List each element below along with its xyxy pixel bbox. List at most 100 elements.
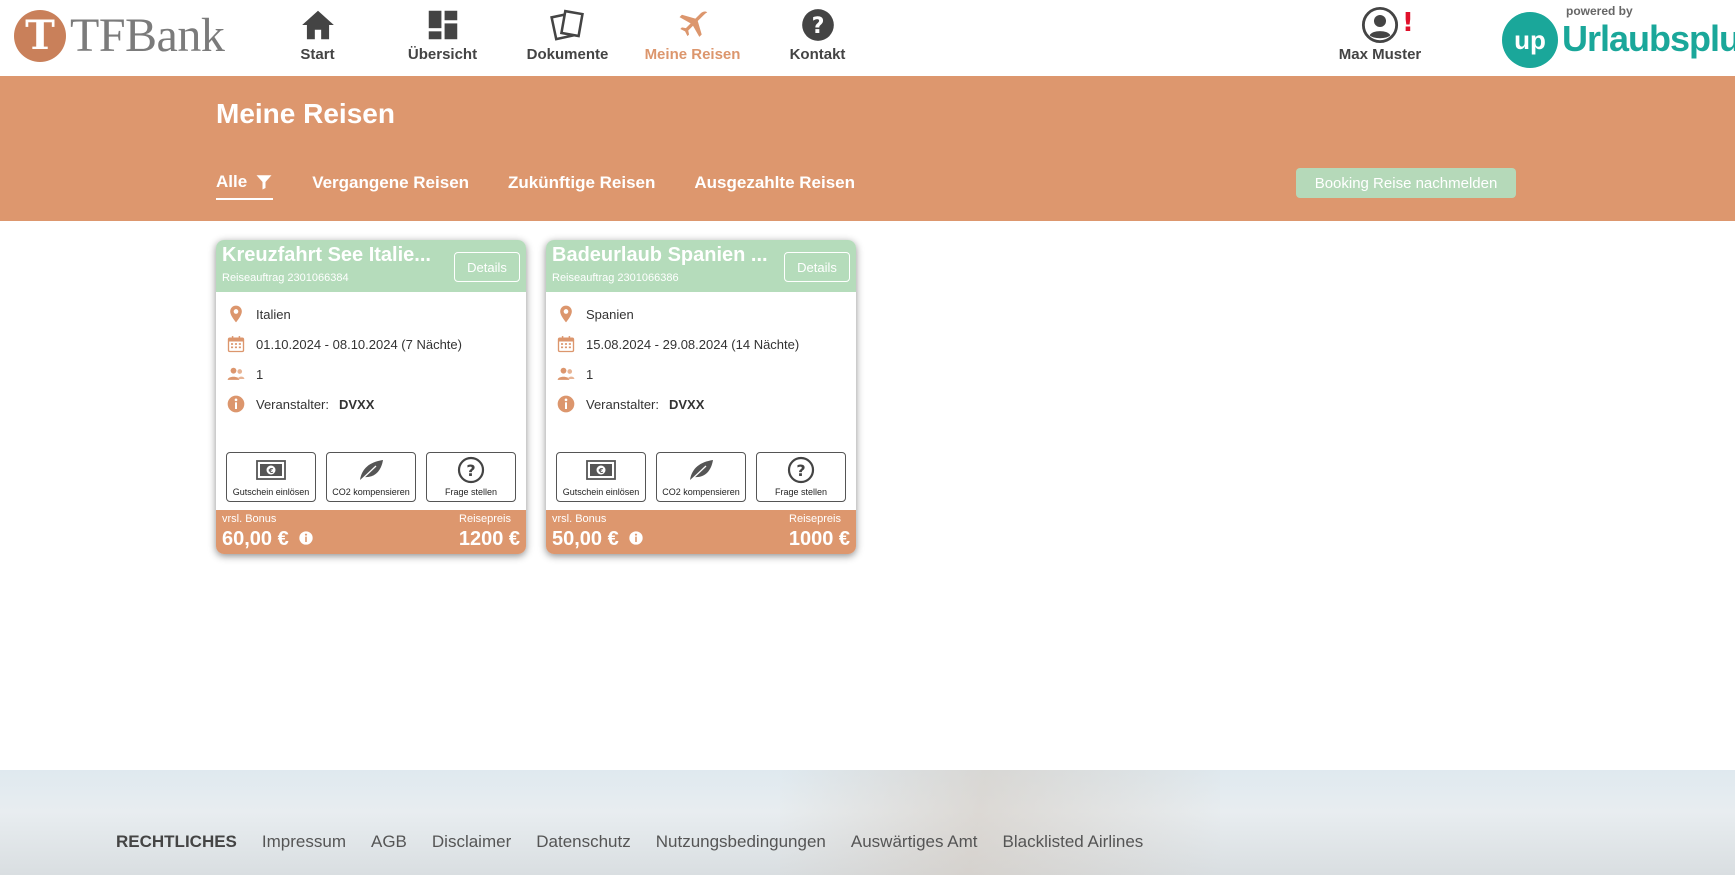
trip-card: Badeurlaub Spanien ... Reiseauftrag 2301…	[546, 240, 856, 554]
trip-order-number: Reiseauftrag 2301066384	[222, 272, 349, 284]
redeem-voucher-button[interactable]: € Gutschein einlösen	[556, 452, 646, 502]
svg-text:€: €	[268, 467, 274, 475]
footer-link-nutzungsbedingungen[interactable]: Nutzungsbedingungen	[656, 832, 826, 852]
bonus-value: 60,00 €	[222, 528, 289, 550]
filter-icon	[256, 175, 272, 190]
footer-link-datenschutz[interactable]: Datenschutz	[536, 832, 631, 852]
action-label: Gutschein einlösen	[232, 487, 310, 497]
tab-label: Zukünftige Reisen	[508, 173, 656, 192]
tab-zukuenftige-reisen[interactable]: Zukünftige Reisen	[508, 172, 655, 200]
trip-card-footer: vrsl. Bonus 50,00 € Reisepreis 1000 €	[546, 510, 856, 554]
organizer-label: Veranstalter:	[256, 396, 329, 412]
footer-link-auswaertiges-amt[interactable]: Auswärtiges Amt	[851, 832, 978, 852]
details-button[interactable]: Details	[784, 252, 850, 282]
action-label: CO2 kompensieren	[662, 487, 740, 497]
nav-item-uebersicht[interactable]: Übersicht	[380, 0, 505, 70]
tfbank-logo[interactable]: T TFBank	[14, 8, 225, 63]
svg-text:?: ?	[466, 461, 475, 480]
tab-label: Ausgezahlte Reisen	[694, 173, 855, 192]
bonus-info-icon[interactable]	[298, 530, 314, 546]
user-menu[interactable]: ! Max Muster	[1330, 6, 1430, 63]
redeem-voucher-button[interactable]: € Gutschein einlösen	[226, 452, 316, 502]
bonus-value: 50,00 €	[552, 528, 619, 550]
footer-link-impressum[interactable]: Impressum	[262, 832, 346, 852]
logo-text: TFBank	[70, 9, 225, 62]
help-icon: ?	[801, 9, 834, 41]
tab-vergangene-reisen[interactable]: Vergangene Reisen	[312, 172, 469, 200]
documents-icon	[549, 9, 584, 41]
legal-heading: RECHTLICHES	[116, 832, 237, 851]
price-value: 1200 €	[458, 528, 520, 550]
legal-links: RECHTLICHES Impressum AGB Disclaimer Dat…	[116, 832, 1168, 852]
page-footer: RECHTLICHES Impressum AGB Disclaimer Dat…	[0, 770, 1735, 875]
people-icon	[227, 367, 245, 380]
main-nav: Start Übersicht Dokumente Meine Reisen ?…	[255, 0, 880, 70]
trip-actions: € Gutschein einlösen CO2 kompensieren ? …	[556, 452, 856, 502]
trip-card-header: Kreuzfahrt See Italie... Reiseauftrag 23…	[216, 240, 526, 292]
co2-offset-button[interactable]: CO2 kompensieren	[656, 452, 746, 502]
ask-question-button[interactable]: ? Frage stellen	[426, 452, 516, 502]
leaf-icon	[688, 460, 713, 483]
tab-alle[interactable]: Alle	[216, 172, 274, 200]
calendar-icon	[557, 336, 575, 353]
nav-item-meine-reisen[interactable]: Meine Reisen	[630, 0, 755, 70]
svg-text:?: ?	[811, 13, 824, 39]
action-label: CO2 kompensieren	[332, 487, 410, 497]
trip-destination: Spanien	[556, 304, 634, 324]
organizer-name: DVXX	[339, 396, 375, 412]
location-pin-icon	[230, 305, 242, 323]
info-icon	[227, 395, 245, 413]
bonus-label: vrsl. Bonus	[552, 513, 607, 525]
action-label: Frage stellen	[774, 487, 828, 497]
action-label: Gutschein einlösen	[562, 487, 640, 497]
co2-offset-button[interactable]: CO2 kompensieren	[326, 452, 416, 502]
dashboard-icon	[428, 10, 457, 40]
tab-label: Alle	[216, 172, 248, 191]
svg-text:€: €	[598, 467, 604, 475]
bonus-info-icon[interactable]	[628, 530, 644, 546]
question-icon: ?	[787, 456, 815, 484]
trip-card-list: Kreuzfahrt See Italie... Reiseauftrag 23…	[216, 240, 876, 554]
organizer-name: DVXX	[669, 396, 705, 412]
footer-link-blacklisted-airlines[interactable]: Blacklisted Airlines	[1003, 832, 1144, 852]
trip-filter-tabs: Alle Vergangene Reisen Zukünftige Reisen…	[216, 172, 894, 200]
calendar-icon	[227, 336, 245, 353]
user-name: Max Muster	[1338, 46, 1422, 63]
nav-label: Übersicht	[407, 46, 478, 63]
tab-label: Vergangene Reisen	[312, 173, 470, 192]
footer-link-agb[interactable]: AGB	[371, 832, 407, 852]
svg-text:?: ?	[796, 461, 805, 480]
price-label: Reisepreis	[459, 513, 511, 525]
ask-question-button[interactable]: ? Frage stellen	[756, 452, 846, 502]
price-value: 1000 €	[788, 528, 850, 550]
trip-country: Spanien	[586, 306, 634, 322]
price-label: Reisepreis	[789, 513, 841, 525]
question-icon: ?	[457, 456, 485, 484]
nav-item-dokumente[interactable]: Dokumente	[505, 0, 630, 70]
footer-link-disclaimer[interactable]: Disclaimer	[432, 832, 511, 852]
trip-title: Badeurlaub Spanien ...	[552, 244, 768, 266]
nav-item-start[interactable]: Start	[255, 0, 380, 70]
report-booking-button[interactable]: Booking Reise nachmelden	[1296, 168, 1516, 198]
nav-label: Kontakt	[789, 46, 846, 63]
trip-travellers: 1	[556, 364, 593, 384]
trip-date-range: 01.10.2024 - 08.10.2024 (7 Nächte)	[256, 336, 462, 352]
footer-background-image	[780, 770, 1220, 875]
leaf-icon	[358, 460, 383, 483]
details-button[interactable]: Details	[454, 252, 520, 282]
nav-label: Start	[300, 46, 335, 63]
nav-item-kontakt[interactable]: ? Kontakt	[755, 0, 880, 70]
trip-actions: € Gutschein einlösen CO2 kompensieren ? …	[226, 452, 526, 502]
bonus-label: vrsl. Bonus	[222, 513, 277, 525]
traveller-count: 1	[586, 366, 594, 382]
user-avatar-icon	[1361, 6, 1399, 44]
page-header-band: Meine Reisen Alle Vergangene Reisen Zukü…	[0, 76, 1735, 221]
nav-label: Meine Reisen	[644, 46, 741, 63]
trip-card-header: Badeurlaub Spanien ... Reiseauftrag 2301…	[546, 240, 856, 292]
trip-card: Kreuzfahrt See Italie... Reiseauftrag 23…	[216, 240, 526, 554]
banknote-icon: €	[586, 460, 616, 480]
partner-logo: powered by up Urlaubsplus	[1502, 4, 1735, 68]
trip-dates: 15.08.2024 - 29.08.2024 (14 Nächte)	[556, 334, 799, 354]
trip-dates: 01.10.2024 - 08.10.2024 (7 Nächte)	[226, 334, 462, 354]
tab-ausgezahlte-reisen[interactable]: Ausgezahlte Reisen	[694, 172, 855, 200]
